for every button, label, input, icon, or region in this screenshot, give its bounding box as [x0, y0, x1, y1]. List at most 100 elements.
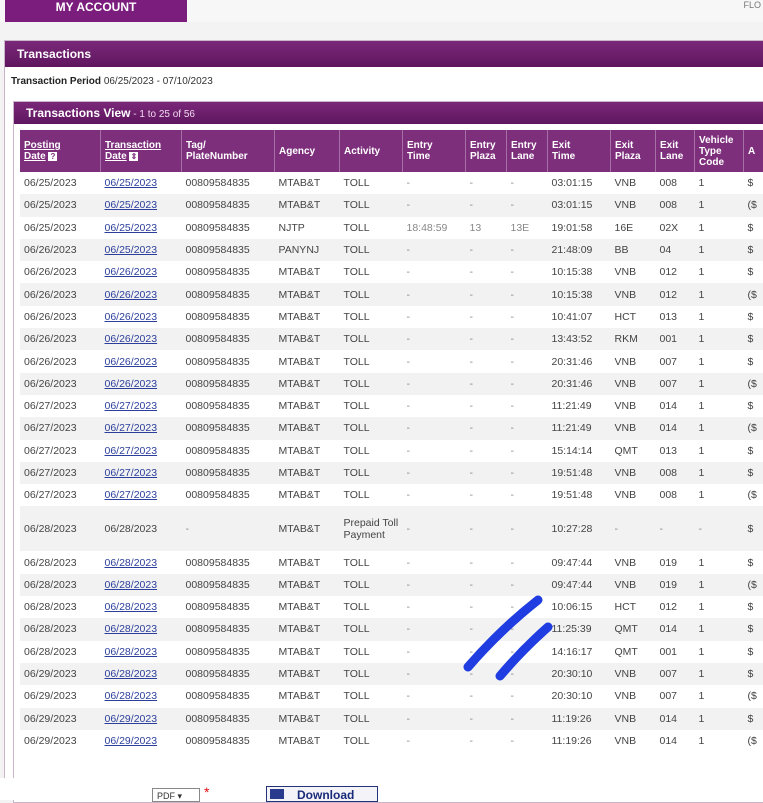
- cell-amount: $: [744, 618, 763, 640]
- cell-entry-plaza: -: [466, 618, 507, 640]
- cell-vehicle-type: 1: [695, 417, 744, 439]
- transaction-date-link[interactable]: 06/28/2023: [105, 623, 158, 635]
- transaction-date-link[interactable]: 06/26/2023: [105, 333, 158, 345]
- top-bar: MY ACCOUNT FLO: [0, 0, 763, 22]
- transaction-date-link[interactable]: 06/29/2023: [105, 735, 158, 747]
- cell-exit-lane: 04: [656, 239, 695, 261]
- cell-agency: MTAB&T: [275, 440, 340, 462]
- cell-tag-plate: -: [182, 506, 275, 551]
- sort-icon[interactable]: ?: [48, 152, 57, 161]
- transaction-date-link[interactable]: 06/26/2023: [105, 266, 158, 278]
- cell-vehicle-type: -: [695, 506, 744, 551]
- transaction-date-link[interactable]: 06/27/2023: [105, 489, 158, 501]
- cell-exit-lane: 014: [656, 618, 695, 640]
- transaction-date-link[interactable]: 06/25/2023: [105, 222, 158, 234]
- cell-amount: ($: [744, 194, 763, 216]
- cell-exit-lane: 019: [656, 574, 695, 596]
- cell-exit-plaza: VNB: [611, 373, 656, 395]
- cell-entry-time: -: [403, 730, 466, 752]
- cell-exit-time: 11:21:49: [548, 417, 611, 439]
- my-account-tab[interactable]: MY ACCOUNT: [5, 0, 187, 22]
- cell-entry-lane: -: [507, 261, 548, 283]
- cell-agency: MTAB&T: [275, 172, 340, 194]
- cell-activity: TOLL: [340, 239, 403, 261]
- sort-icon[interactable]: ⇕: [129, 152, 138, 161]
- cell-exit-plaza: VNB: [611, 708, 656, 730]
- cell-exit-plaza: VNB: [611, 261, 656, 283]
- cell-amount: ($: [744, 685, 763, 707]
- table-row: 06/26/202306/26/202300809584835MTAB&TTOL…: [20, 373, 763, 395]
- cell-agency: MTAB&T: [275, 663, 340, 685]
- transaction-date-link[interactable]: 06/25/2023: [105, 199, 158, 211]
- cell-entry-lane: -: [507, 395, 548, 417]
- cell-tag-plate: 00809584835: [182, 462, 275, 484]
- cell-exit-lane: 008: [656, 484, 695, 506]
- cell-tag-plate: 00809584835: [182, 373, 275, 395]
- transaction-date-link[interactable]: 06/28/2023: [105, 690, 158, 702]
- transaction-date-link[interactable]: 06/27/2023: [105, 445, 158, 457]
- transaction-date-link[interactable]: 06/26/2023: [105, 378, 158, 390]
- cell-entry-plaza: -: [466, 484, 507, 506]
- transaction-date-link[interactable]: 06/28/2023: [105, 579, 158, 591]
- cell-exit-lane: 014: [656, 395, 695, 417]
- transactions-header: Transactions: [5, 41, 763, 67]
- cell-exit-time: 13:43:52: [548, 328, 611, 350]
- cell-entry-time: -: [403, 484, 466, 506]
- cell-exit-plaza: VNB: [611, 484, 656, 506]
- cell-posting-date: 06/28/2023: [20, 551, 101, 573]
- transaction-date-link[interactable]: 06/25/2023: [105, 177, 158, 189]
- transaction-period: Transaction Period 06/25/2023 - 07/10/20…: [5, 67, 763, 96]
- cell-entry-lane: -: [507, 618, 548, 640]
- transaction-date-link[interactable]: 06/26/2023: [105, 289, 158, 301]
- transactions-panel: Transactions Transaction Period 06/25/20…: [4, 40, 763, 800]
- transaction-date-link[interactable]: 06/29/2023: [105, 713, 158, 725]
- cell-entry-lane: -: [507, 596, 548, 618]
- transaction-date-link[interactable]: 06/28/2023: [105, 646, 158, 658]
- cell-posting-date: 06/27/2023: [20, 440, 101, 462]
- cell-agency: MTAB&T: [275, 328, 340, 350]
- cell-amount: ($: [744, 484, 763, 506]
- cell-transaction-date: 06/27/2023: [101, 417, 182, 439]
- cell-activity: TOLL: [340, 395, 403, 417]
- cell-entry-lane: -: [507, 506, 548, 551]
- transaction-date-link[interactable]: 06/26/2023: [105, 311, 158, 323]
- cell-tag-plate: 00809584835: [182, 172, 275, 194]
- cell-entry-lane: -: [507, 172, 548, 194]
- cell-entry-lane: -: [507, 663, 548, 685]
- cell-transaction-date: 06/26/2023: [101, 306, 182, 328]
- cell-vehicle-type: 1: [695, 217, 744, 239]
- cell-activity: TOLL: [340, 708, 403, 730]
- cell-entry-plaza: -: [466, 373, 507, 395]
- transaction-date-link[interactable]: 06/27/2023: [105, 400, 158, 412]
- cell-entry-time: -: [403, 194, 466, 216]
- cell-agency: MTAB&T: [275, 685, 340, 707]
- required-asterisk: *: [204, 784, 209, 800]
- cell-vehicle-type: 1: [695, 261, 744, 283]
- transaction-date-link[interactable]: 06/25/2023: [105, 244, 158, 256]
- transaction-date-link[interactable]: 06/28/2023: [105, 557, 158, 569]
- cell-agency: MTAB&T: [275, 641, 340, 663]
- transaction-date-link[interactable]: 06/27/2023: [105, 467, 158, 479]
- transaction-date-link[interactable]: 06/28/2023: [105, 601, 158, 613]
- cell-tag-plate: 00809584835: [182, 596, 275, 618]
- transaction-date-link[interactable]: 06/28/2023: [105, 668, 158, 680]
- cell-agency: MTAB&T: [275, 417, 340, 439]
- cell-agency: MTAB&T: [275, 306, 340, 328]
- cell-entry-plaza: -: [466, 395, 507, 417]
- cell-vehicle-type: 1: [695, 551, 744, 573]
- transaction-date-link[interactable]: 06/26/2023: [105, 356, 158, 368]
- cell-entry-lane: -: [507, 641, 548, 663]
- cell-entry-lane: -: [507, 306, 548, 328]
- cell-exit-plaza: VNB: [611, 663, 656, 685]
- col-transaction-date[interactable]: TransactionDate ⇕: [101, 130, 182, 172]
- cell-activity: TOLL: [340, 440, 403, 462]
- col-agency: Agency: [275, 130, 340, 172]
- table-row: 06/27/202306/27/202300809584835MTAB&TTOL…: [20, 417, 763, 439]
- col-posting-date[interactable]: PostingDate ?: [20, 130, 101, 172]
- transaction-date-link[interactable]: 06/27/2023: [105, 422, 158, 434]
- cell-exit-lane: 02X: [656, 217, 695, 239]
- cell-entry-plaza: -: [466, 350, 507, 372]
- cell-agency: MTAB&T: [275, 395, 340, 417]
- cell-exit-lane: 019: [656, 551, 695, 573]
- cell-tag-plate: 00809584835: [182, 239, 275, 261]
